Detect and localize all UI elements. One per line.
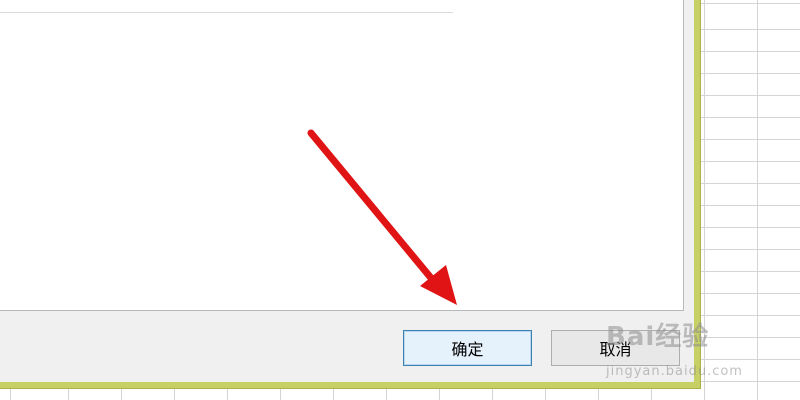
list-divider [0,12,453,13]
watermark-logo: Bai经验 [606,322,710,352]
ok-button[interactable]: 确定 [403,330,532,366]
dialog-body [0,0,694,382]
watermark: Bai经验 jingyan.baidu.com [606,316,796,388]
dialog-list-panel[interactable] [0,0,684,311]
watermark-url: jingyan.baidu.com [606,364,743,379]
